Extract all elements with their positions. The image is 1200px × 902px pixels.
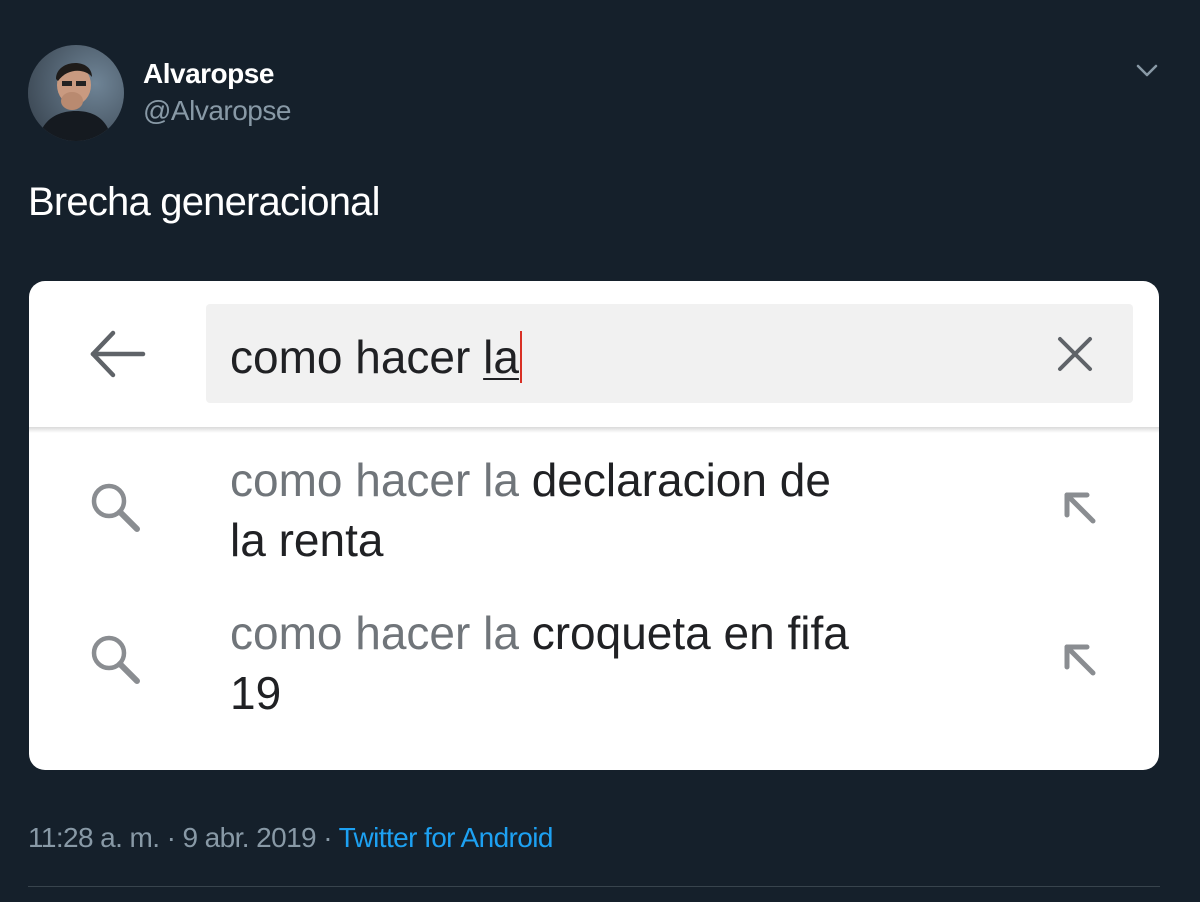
suggestion-prefix: como hacer la (230, 454, 532, 506)
search-query: como hacer la (230, 330, 522, 384)
suggestion-text: como hacer la croqueta en fifa 19 (230, 603, 870, 723)
author-name[interactable]: Alvaropse (143, 58, 274, 90)
profile-photo (28, 45, 124, 141)
search-query-typed: la (483, 331, 519, 383)
author-handle[interactable]: @Alvaropse (143, 95, 291, 127)
search-input: como hacer la (206, 304, 1133, 403)
text-cursor (519, 331, 522, 383)
search-icon (91, 635, 140, 684)
search-query-prefix: como hacer (230, 331, 484, 383)
arrow-up-left-icon (1064, 644, 1096, 676)
arrow-up-left-icon (1064, 492, 1096, 524)
close-icon (1058, 337, 1092, 371)
divider (29, 427, 1159, 433)
timestamp[interactable]: 11:28 a. m. · 9 abr. 2019 · (28, 822, 339, 853)
divider (28, 886, 1160, 887)
tweet-meta: 11:28 a. m. · 9 abr. 2019 · Twitter for … (28, 822, 553, 854)
source-link[interactable]: Twitter for Android (339, 822, 554, 853)
arrow-left-icon (90, 330, 146, 378)
suggestion-text: como hacer la declaracion de la renta (230, 450, 870, 570)
tweet-text: Brecha generacional (28, 180, 381, 224)
suggestion-item: como hacer la croqueta en fifa 19 (29, 599, 1159, 729)
suggestion-item: como hacer la declaracion de la renta (29, 446, 1159, 576)
avatar[interactable] (28, 45, 124, 141)
search-icon (91, 483, 140, 532)
chevron-down-icon[interactable] (1133, 58, 1161, 82)
suggestion-prefix: como hacer la (230, 607, 532, 659)
tweet: Alvaropse @Alvaropse Brecha generacional… (0, 0, 1200, 902)
attached-screenshot[interactable]: como hacer la como hacer la declaracion … (29, 281, 1159, 770)
